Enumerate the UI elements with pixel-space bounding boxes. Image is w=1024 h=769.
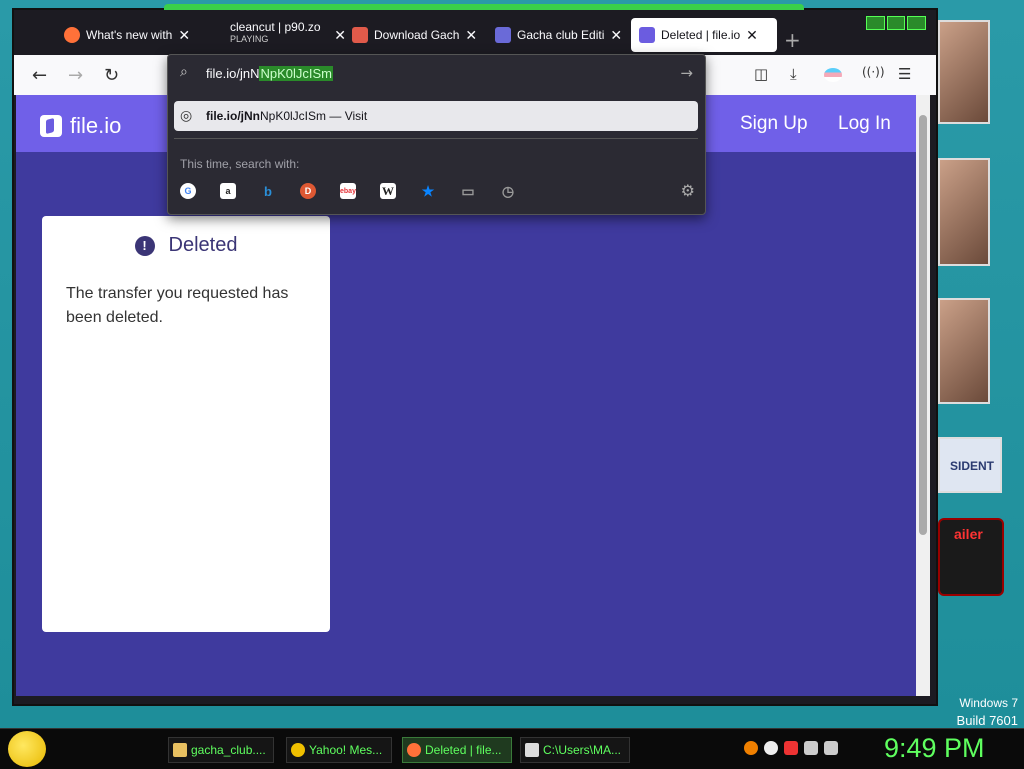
yahoo-messenger-icon	[291, 743, 305, 757]
search-with-label: This time, search with:	[180, 157, 300, 171]
tab-deleted-fileio[interactable]: Deleted | file.io ✕	[631, 18, 777, 52]
start-button[interactable]	[8, 731, 46, 767]
page-scrollbar[interactable]	[916, 95, 930, 696]
duckduckgo-icon[interactable]: D	[300, 183, 316, 199]
tab-whats-new[interactable]: What's new with ✕	[64, 18, 194, 52]
site-icon	[495, 27, 511, 43]
fileio-logo-icon	[40, 115, 62, 137]
url-dropdown: ⌕ file.io/jnNNpK0lJcISm → ◎ file.io/jNnN…	[167, 54, 706, 215]
pocket-icon[interactable]: ◫	[754, 65, 768, 83]
7zip-icon	[525, 743, 539, 757]
taskbar: gacha_club.... Yahoo! Mes... Deleted | f…	[0, 728, 1024, 769]
search-engines: G a b D ebay W ★ ▭ ◷	[180, 183, 516, 199]
url-suggestion[interactable]: ◎ file.io/jNnNpK0lJcISm — Visit	[174, 101, 698, 131]
go-arrow-icon[interactable]: →	[680, 64, 693, 82]
close-tab-icon[interactable]: ✕	[334, 27, 346, 44]
deleted-card: ! Deleted The transfer you requested has…	[42, 216, 330, 632]
tab-download-gacha[interactable]: Download Gach ✕	[352, 18, 484, 52]
clock[interactable]: 9:49 PM	[884, 733, 985, 764]
close-tab-icon[interactable]: ✕	[465, 27, 477, 44]
amazon-icon[interactable]: a	[220, 183, 236, 199]
folder-icon	[173, 743, 187, 757]
history-icon[interactable]: ◷	[500, 183, 516, 199]
bing-icon[interactable]: b	[260, 183, 276, 199]
extension-icon[interactable]	[824, 68, 842, 82]
taskbar-item-firefox[interactable]: Deleted | file...	[402, 737, 512, 763]
taskbar-item-gacha[interactable]: gacha_club....	[168, 737, 274, 763]
taskbar-item-7zip[interactable]: C:\Users\MA...	[520, 737, 630, 763]
wikipedia-icon[interactable]: W	[380, 183, 396, 199]
gear-icon[interactable]: ⚙	[681, 181, 695, 200]
tab-gacha-club-edit[interactable]: Gacha club Editi ✕	[495, 18, 627, 52]
search-tray-icon[interactable]	[744, 741, 758, 755]
desktop-ad-1[interactable]: you	[938, 20, 990, 124]
tabs-icon[interactable]: ▭	[460, 183, 476, 199]
ebay-icon[interactable]: ebay	[340, 183, 356, 199]
desktop-ad-2[interactable]: you	[938, 158, 990, 266]
login-link[interactable]: Log In	[838, 113, 891, 135]
search-icon: ⌕	[180, 64, 188, 80]
windows-version: Windows 7 Build 7601	[956, 696, 1018, 728]
close-tab-icon[interactable]: ✕	[610, 27, 622, 44]
google-icon[interactable]: G	[180, 183, 196, 199]
desktop-ad-4[interactable]: SIDENT	[938, 437, 1002, 493]
desktop-ad-3[interactable]: you	[938, 298, 990, 404]
fileio-icon	[639, 27, 655, 43]
back-icon[interactable]: ←	[32, 65, 47, 86]
system-tray	[744, 741, 838, 755]
network-icon[interactable]	[804, 741, 818, 755]
menu-icon[interactable]: ☰	[898, 65, 911, 83]
status-tray-icon[interactable]	[764, 741, 778, 755]
desktop-ad-5[interactable]: ailer	[938, 518, 1004, 596]
new-tab-icon[interactable]: +	[784, 28, 801, 52]
alert-icon: !	[134, 235, 155, 256]
firefox-icon	[64, 27, 80, 43]
site-icon	[352, 27, 368, 43]
close-tab-icon[interactable]: ✕	[746, 27, 758, 44]
firefox-icon	[407, 743, 421, 757]
bookmarks-icon[interactable]: ★	[420, 183, 436, 199]
download-icon[interactable]: ⤓	[790, 65, 797, 83]
tab-cleancut[interactable]: cleancut | p90.zo PLAYING ✕	[230, 18, 346, 52]
card-message: The transfer you requested has been dele…	[66, 285, 289, 326]
action-center-icon[interactable]	[784, 741, 798, 755]
forward-icon[interactable]: →	[68, 65, 83, 86]
site-logo[interactable]: file.io	[40, 113, 121, 139]
taskbar-item-yahoo[interactable]: Yahoo! Mes...	[286, 737, 392, 763]
extension-icon-2[interactable]: ((·))	[862, 65, 885, 79]
reload-icon[interactable]: ↻	[104, 65, 119, 86]
url-input[interactable]: ⌕ file.io/jnNNpK0lJcISm →	[168, 55, 705, 93]
card-title: ! Deleted	[42, 234, 330, 257]
signup-link[interactable]: Sign Up	[740, 113, 808, 135]
volume-icon[interactable]	[824, 741, 838, 755]
globe-icon: ◎	[180, 108, 193, 124]
tab-strip: What's new with ✕ cleancut | p90.zo PLAY…	[14, 16, 936, 52]
close-tab-icon[interactable]: ✕	[178, 27, 190, 44]
